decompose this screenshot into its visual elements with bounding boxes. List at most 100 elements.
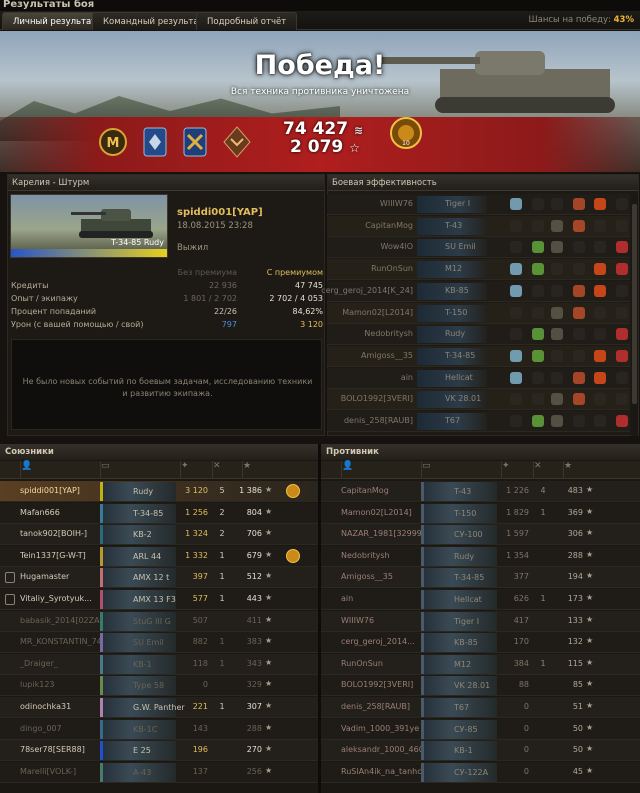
efficiency-stat-icon[interactable] bbox=[573, 349, 585, 362]
col-player-icon[interactable]: 👤 bbox=[20, 461, 100, 479]
efficiency-scrollbar[interactable] bbox=[631, 194, 638, 436]
ally-row[interactable]: Marelli[VOLK-] A-43 137 256 ★ bbox=[0, 761, 318, 783]
efficiency-stat-icon[interactable] bbox=[594, 393, 606, 406]
efficiency-stat-icon[interactable] bbox=[573, 263, 585, 276]
col-xp-icon[interactable]: ★ bbox=[242, 461, 272, 479]
efficiency-stat-icon[interactable] bbox=[510, 284, 522, 297]
ally-row[interactable]: Hugamaster AMX 12 t 397 1 512 ★ bbox=[0, 567, 318, 589]
efficiency-stat-icon[interactable] bbox=[594, 328, 606, 341]
efficiency-stat-icon[interactable] bbox=[594, 306, 606, 319]
efficiency-stat-icon[interactable] bbox=[551, 415, 563, 427]
col-player-icon[interactable]: 👤 bbox=[341, 461, 421, 479]
mastery-badge-icon[interactable]: M bbox=[98, 125, 128, 159]
ally-row[interactable]: spiddi001[YAP] Rudy 3 120 5 1 386 ★ bbox=[0, 481, 318, 502]
efficiency-stat-icon[interactable] bbox=[594, 198, 606, 210]
efficiency-stat-icon[interactable] bbox=[532, 306, 544, 319]
col-kills-icon[interactable]: ✕ bbox=[533, 461, 563, 479]
tab-detailed[interactable]: Подробный отчёт bbox=[196, 12, 298, 30]
medal-icon-1[interactable] bbox=[140, 125, 170, 159]
enemy-row[interactable]: RuSlAn4ik_na_tanhci... СУ-122A 0 45 ★ bbox=[321, 761, 640, 783]
efficiency-row[interactable]: Wow4lO SU Emil bbox=[327, 237, 630, 259]
efficiency-stat-icon[interactable] bbox=[616, 219, 628, 232]
efficiency-row[interactable]: Amigoss__35 T-34-85 bbox=[327, 345, 630, 367]
efficiency-row[interactable]: cerg_geroj_2014[K_24] KB-85 bbox=[321, 280, 630, 302]
efficiency-stat-icon[interactable] bbox=[616, 415, 628, 427]
efficiency-stat-icon[interactable] bbox=[532, 328, 544, 341]
ally-row[interactable]: dingo_007 KB-1C 143 288 ★ bbox=[0, 718, 318, 740]
ally-row[interactable]: tanok902[BOIH-] KB-2 1 324 2 706 ★ bbox=[0, 524, 318, 546]
efficiency-stat-icon[interactable] bbox=[510, 198, 522, 210]
efficiency-stat-icon[interactable] bbox=[551, 219, 563, 232]
efficiency-stat-icon[interactable] bbox=[616, 198, 628, 210]
efficiency-stat-icon[interactable] bbox=[532, 415, 544, 427]
efficiency-stat-icon[interactable] bbox=[594, 284, 606, 297]
enemy-row[interactable]: Mamon02[L2014] T-150 1 829 1 369 ★ bbox=[321, 502, 640, 524]
efficiency-stat-icon[interactable] bbox=[510, 349, 522, 362]
efficiency-row[interactable]: WIIIW76 Tiger I bbox=[327, 194, 630, 215]
enemy-row[interactable]: Vadim_1000_391ye СУ-85 0 50 ★ bbox=[321, 718, 640, 740]
efficiency-row[interactable]: RunOnSun M12 bbox=[327, 259, 630, 281]
col-damage-icon[interactable]: ✦ bbox=[501, 461, 533, 479]
enemy-row[interactable]: RunOnSun M12 384 1 115 ★ bbox=[321, 653, 640, 675]
efficiency-stat-icon[interactable] bbox=[532, 349, 544, 362]
ally-row[interactable]: Mafan666 T-34-85 1 256 2 804 ★ bbox=[0, 502, 318, 524]
ally-row[interactable]: babasik_2014[02ZAF] StuG III G 507 411 ★ bbox=[0, 610, 318, 632]
efficiency-stat-icon[interactable] bbox=[510, 241, 522, 254]
efficiency-stat-icon[interactable] bbox=[616, 328, 628, 341]
efficiency-stat-icon[interactable] bbox=[573, 198, 585, 210]
efficiency-stat-icon[interactable] bbox=[573, 393, 585, 406]
efficiency-stat-icon[interactable] bbox=[532, 284, 544, 297]
efficiency-row[interactable]: BOLO1992[3VERI] VK 28.01 bbox=[327, 389, 630, 411]
efficiency-stat-icon[interactable] bbox=[510, 306, 522, 319]
efficiency-stat-icon[interactable] bbox=[573, 241, 585, 254]
efficiency-row[interactable]: CapitanMog T-43 bbox=[327, 215, 630, 237]
ally-row[interactable]: 78ser78[SER88] E 25 196 270 ★ bbox=[0, 740, 318, 762]
enemy-row[interactable]: ain Hellcat 626 1 173 ★ bbox=[321, 589, 640, 610]
efficiency-row[interactable]: ain Hellcat bbox=[327, 367, 630, 389]
medal-icon-2[interactable] bbox=[180, 125, 210, 159]
col-tank-icon[interactable]: ▭ bbox=[100, 461, 180, 479]
efficiency-stat-icon[interactable] bbox=[510, 415, 522, 427]
efficiency-stat-icon[interactable] bbox=[551, 263, 563, 276]
efficiency-stat-icon[interactable] bbox=[573, 284, 585, 297]
enemy-row[interactable]: NAZAR_1981[32999] СУ-100 1 597 306 ★ bbox=[321, 524, 640, 546]
efficiency-stat-icon[interactable] bbox=[594, 371, 606, 384]
efficiency-stat-icon[interactable] bbox=[594, 219, 606, 232]
efficiency-stat-icon[interactable] bbox=[573, 219, 585, 232]
efficiency-stat-icon[interactable] bbox=[551, 284, 563, 297]
enemy-row[interactable]: BOLO1992[3VERI] VK 28.01 88 85 ★ bbox=[321, 675, 640, 697]
efficiency-stat-icon[interactable] bbox=[573, 328, 585, 341]
efficiency-stat-icon[interactable] bbox=[510, 393, 522, 406]
efficiency-stat-icon[interactable] bbox=[510, 371, 522, 384]
efficiency-stat-icon[interactable] bbox=[616, 306, 628, 319]
efficiency-stat-icon[interactable] bbox=[532, 198, 544, 210]
enemy-row[interactable]: WIIIW76 Tiger I 417 133 ★ bbox=[321, 610, 640, 632]
class-emblem-icon[interactable]: 10 bbox=[388, 115, 424, 151]
achievement-medal-icon[interactable] bbox=[286, 484, 300, 498]
efficiency-stat-icon[interactable] bbox=[573, 415, 585, 427]
efficiency-stat-icon[interactable] bbox=[616, 284, 628, 297]
enemy-row[interactable]: Amigoss__35 T-34-85 377 194 ★ bbox=[321, 567, 640, 589]
ally-row[interactable]: Vitaliy_Syrotyuk... AMX 13 F3 577 1 443 ★ bbox=[0, 589, 318, 610]
enemy-row[interactable]: denis_258[RAUB] T67 0 51 ★ bbox=[321, 697, 640, 718]
efficiency-stat-icon[interactable] bbox=[551, 198, 563, 210]
efficiency-stat-icon[interactable] bbox=[551, 371, 563, 384]
efficiency-stat-icon[interactable] bbox=[510, 219, 522, 232]
ally-row[interactable]: lupik123 Type 58 0 329 ★ bbox=[0, 675, 318, 697]
efficiency-stat-icon[interactable] bbox=[510, 263, 522, 276]
enemy-row[interactable]: CapitanMog T-43 1 226 4 483 ★ bbox=[321, 481, 640, 502]
col-xp-icon[interactable]: ★ bbox=[563, 461, 593, 479]
efficiency-stat-icon[interactable] bbox=[594, 349, 606, 362]
efficiency-row[interactable]: denis_258[RAUB] T67 bbox=[327, 411, 630, 432]
efficiency-stat-icon[interactable] bbox=[616, 263, 628, 276]
efficiency-stat-icon[interactable] bbox=[551, 306, 563, 319]
efficiency-row[interactable]: Mamon02[L2014] T-150 bbox=[327, 302, 630, 324]
ally-row[interactable]: Tein1337[G-W-T] ARL 44 1 332 1 679 ★ bbox=[0, 545, 318, 567]
enemy-row[interactable]: cerg_geroj_2014... KB-85 170 132 ★ bbox=[321, 632, 640, 654]
achievement-medal-icon[interactable] bbox=[286, 548, 300, 563]
efficiency-stat-icon[interactable] bbox=[532, 219, 544, 232]
medal-icon-3[interactable] bbox=[222, 125, 252, 159]
efficiency-stat-icon[interactable] bbox=[510, 328, 522, 341]
efficiency-stat-icon[interactable] bbox=[594, 415, 606, 427]
efficiency-stat-icon[interactable] bbox=[573, 371, 585, 384]
